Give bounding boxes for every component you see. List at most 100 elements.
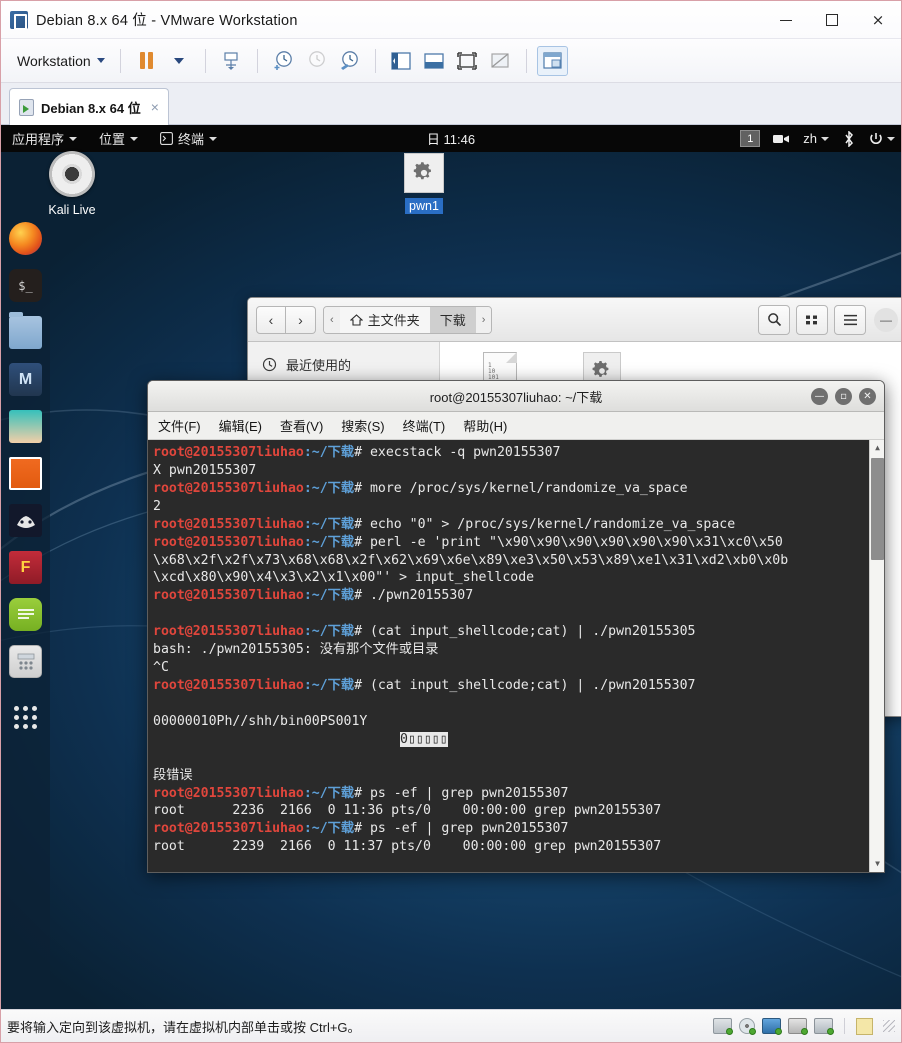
show-console-view-button[interactable] — [419, 46, 450, 76]
dock-metasploit[interactable]: M — [9, 363, 42, 396]
dock-terminal[interactable]: $_ — [9, 269, 42, 302]
bluetooth-icon[interactable] — [842, 130, 856, 147]
minimize-button[interactable]: — — [874, 307, 898, 332]
terminal-line: root@20155307liuhao:~/下载# more /proc/sys… — [150, 480, 884, 498]
minimize-window-button[interactable] — [763, 1, 809, 39]
dock-files[interactable] — [9, 312, 42, 349]
breadcrumb-home[interactable]: 主文件夹 — [339, 306, 430, 333]
dock-armitage[interactable] — [9, 410, 42, 443]
scrollbar-thumb[interactable] — [871, 458, 884, 560]
snapshot-manager-button[interactable] — [334, 46, 365, 76]
terminal-minimize-button[interactable]: — — [811, 387, 828, 405]
sidebar-item-recent[interactable]: 最近使用的 — [248, 350, 439, 379]
thumbnail-bar-button[interactable] — [536, 45, 568, 76]
vm-tab-debian[interactable]: Debian 8.x 64 位 × — [9, 88, 169, 125]
chevron-down-icon — [96, 58, 105, 63]
terminal-close-button[interactable]: ✕ — [859, 387, 876, 405]
show-sidebar-button[interactable] — [386, 46, 417, 76]
thumbnail-bar-icon — [543, 52, 562, 69]
view-grid-button[interactable] — [796, 304, 828, 335]
close-tab-icon[interactable]: × — [151, 99, 159, 115]
terminal-line: root@20155307liuhao:~/下载# echo "0" > /pr… — [150, 516, 884, 534]
workstation-menu-button[interactable]: Workstation — [11, 50, 111, 72]
terminal-line: root@20155307liuhao:~/下载# ps -ef | grep … — [150, 785, 884, 803]
caret-down-icon — [174, 57, 185, 64]
terminal-scrollbar[interactable]: ▲ ▼ — [869, 440, 884, 872]
dock-show-applications[interactable] — [14, 706, 37, 729]
terminal-block-glyphs: 0▯▯▯▯▯ — [400, 731, 448, 747]
pause-vm-button[interactable] — [131, 46, 162, 76]
status-cd-dvd-icon[interactable] — [739, 1018, 756, 1035]
take-snapshot-button[interactable] — [268, 46, 299, 76]
desktop-icon-label: Kali Live — [48, 203, 96, 217]
toolbar-divider — [374, 48, 376, 73]
desktop-icon-kali-live[interactable]: Kali Live — [29, 151, 115, 219]
status-printer-icon[interactable] — [788, 1018, 808, 1035]
terminal-title-bar[interactable]: root@20155307liuhao: ~/下载 — ▫ ✕ — [148, 381, 884, 412]
breadcrumb-next-arrow[interactable]: › — [475, 306, 492, 333]
menu-button[interactable] — [834, 304, 866, 335]
forward-button[interactable]: › — [286, 305, 316, 334]
home-icon — [349, 313, 363, 326]
manage-snapshot-button[interactable] — [216, 46, 247, 76]
maximize-window-button[interactable] — [809, 1, 855, 39]
dock-faraday[interactable]: F — [9, 551, 42, 584]
toolbar-divider — [525, 48, 527, 73]
status-network-icon[interactable] — [762, 1018, 782, 1035]
menu-terminal[interactable]: 终端(T) — [403, 416, 446, 435]
terminal-prompt-path: :~/下载 — [303, 588, 355, 604]
resize-grip[interactable] — [883, 1020, 895, 1032]
vm-tab-icon — [19, 98, 34, 116]
breadcrumb-downloads[interactable]: 下载 — [429, 306, 476, 333]
dock-calculator[interactable] — [9, 645, 42, 678]
menu-search[interactable]: 搜索(S) — [341, 416, 384, 435]
vm-guest-screen[interactable]: 应用程序 位置 终端 日 11:46 1 zh $_ M F Kali Live… — [1, 125, 901, 1009]
window-title: Debian 8.x 64 位 - VMware Workstation — [36, 13, 298, 29]
revert-snapshot-button[interactable] — [301, 46, 332, 76]
terminal-maximize-button[interactable]: ▫ — [835, 387, 852, 405]
menu-file[interactable]: 文件(F) — [158, 416, 201, 435]
menu-view[interactable]: 查看(V) — [280, 416, 323, 435]
terminal-output-area[interactable]: root@20155307liuhao:~/下载# execstack -q p… — [148, 440, 884, 872]
status-divider — [844, 1018, 845, 1034]
scroll-down-arrow[interactable]: ▼ — [870, 856, 884, 872]
terminal-window[interactable]: root@20155307liuhao: ~/下载 — ▫ ✕ 文件(F) 编辑… — [147, 380, 885, 873]
back-button[interactable]: ‹ — [256, 305, 286, 334]
status-sound-icon[interactable] — [814, 1018, 834, 1035]
status-hard-disk-icon[interactable] — [713, 1018, 733, 1035]
unity-mode-button[interactable] — [485, 46, 516, 76]
fullscreen-button[interactable] — [452, 46, 483, 76]
menu-edit[interactable]: 编辑(E) — [219, 416, 262, 435]
terminal-command: # (cat input_shellcode;cat) | ./pwn20155… — [354, 624, 696, 640]
terminal-output-line: root 2236 2166 0 11:36 pts/0 00:00:00 gr… — [153, 803, 662, 819]
screencast-icon[interactable] — [773, 133, 790, 145]
chevron-down-icon — [821, 136, 829, 141]
dock-notes[interactable] — [9, 598, 42, 631]
hamburger-menu-icon — [843, 314, 857, 325]
workspace-indicator[interactable]: 1 — [740, 130, 761, 147]
close-window-button[interactable]: × — [855, 1, 901, 39]
breadcrumb-prev-arrow[interactable]: ‹ — [324, 306, 340, 333]
keyboard-layout-indicator[interactable]: zh — [803, 131, 829, 146]
terminal-line: root@20155307liuhao:~/下载# (cat input_she… — [150, 677, 884, 695]
status-note-icon[interactable] — [856, 1017, 873, 1035]
terminal-line: root@20155307liuhao:~/下载# (cat input_she… — [150, 623, 884, 641]
scroll-up-arrow[interactable]: ▲ — [870, 440, 884, 456]
dock-firefox[interactable] — [9, 222, 42, 255]
dock-burpsuite[interactable] — [9, 457, 42, 490]
gear-icon — [404, 153, 444, 193]
search-button[interactable] — [758, 304, 790, 335]
desktop-icon-pwn1[interactable]: pwn1 — [381, 153, 467, 215]
terminal-window-controls: — ▫ ✕ — [811, 387, 876, 405]
menu-help[interactable]: 帮助(H) — [463, 416, 507, 435]
window-controls: × — [763, 1, 901, 39]
power-options-dropdown[interactable] — [164, 46, 195, 76]
console-view-icon — [424, 52, 444, 69]
terminal-prompt-user: root@20155307liuhao — [153, 677, 304, 693]
search-icon — [767, 313, 781, 327]
dock-beef[interactable] — [9, 504, 42, 537]
power-icon[interactable] — [869, 132, 895, 146]
clock-revert-icon — [308, 51, 325, 67]
